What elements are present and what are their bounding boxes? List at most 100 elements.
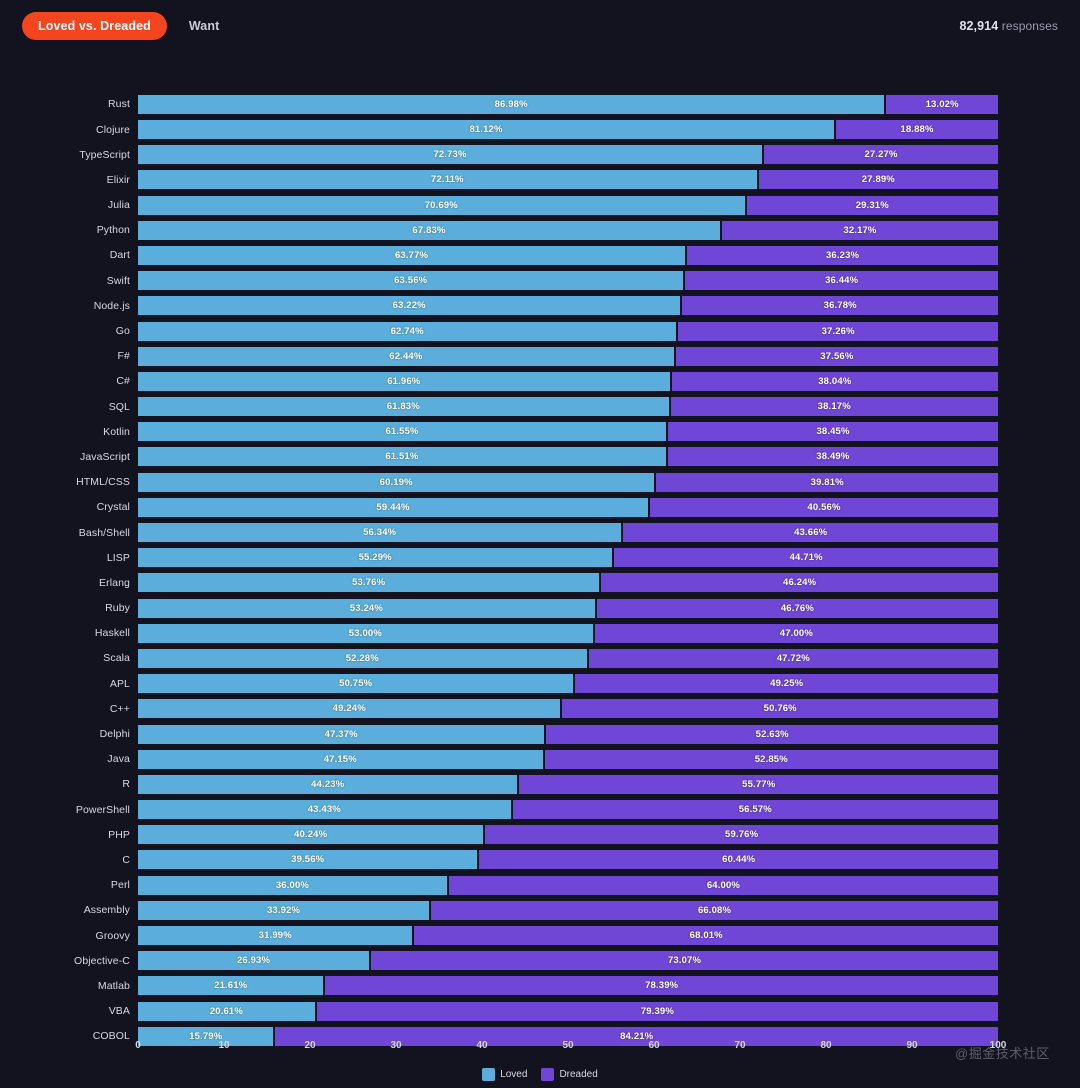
bar-segment-dreaded[interactable]: 43.66% [623, 523, 998, 543]
row-bars: 49.24% 50.76% [138, 699, 998, 719]
bar-segment-loved[interactable]: 49.24% [138, 699, 561, 719]
bar-segment-loved[interactable]: 63.56% [138, 271, 684, 291]
bar-segment-dreaded[interactable]: 49.25% [575, 674, 998, 694]
bar-segment-loved[interactable]: 56.34% [138, 523, 622, 543]
bar-segment-loved[interactable]: 63.22% [138, 296, 681, 316]
bar-segment-loved[interactable]: 43.43% [138, 800, 511, 820]
bar-segment-dreaded[interactable]: 37.56% [675, 346, 998, 366]
bar-segment-dreaded[interactable]: 50.76% [562, 699, 998, 719]
bar-segment-loved[interactable]: 55.29% [138, 548, 613, 568]
bar-segment-loved[interactable]: 47.37% [138, 724, 545, 744]
bar-segment-dreaded[interactable]: 36.44% [685, 271, 998, 291]
x-axis-tick: 50 [562, 1040, 574, 1051]
chart-row: Dart 63.77% 36.23% [0, 243, 1080, 268]
bar-segment-loved[interactable]: 21.61% [138, 976, 324, 996]
bar-segment-loved[interactable]: 61.51% [138, 447, 666, 467]
bar-segment-loved[interactable]: 60.19% [138, 472, 655, 492]
legend-item-loved[interactable]: Loved [482, 1068, 527, 1081]
bar-segment-dreaded[interactable]: 52.63% [546, 724, 998, 744]
chart-row: APL 50.75% 49.25% [0, 671, 1080, 696]
bar-segment-dreaded[interactable]: 39.81% [656, 472, 998, 492]
tab-loved-vs-dreaded[interactable]: Loved vs. Dreaded [22, 12, 167, 40]
chart-row: Java 47.15% 52.85% [0, 747, 1080, 772]
bar-segment-dreaded[interactable]: 64.00% [448, 875, 998, 895]
row-bars: 36.00% 64.00% [138, 875, 998, 895]
bar-segment-loved[interactable]: 26.93% [138, 951, 370, 971]
bar-segment-loved[interactable]: 53.76% [138, 573, 600, 593]
responses-count: 82,914 responses [959, 19, 1058, 33]
row-bars: 52.28% 47.72% [138, 648, 998, 668]
bar-segment-dreaded[interactable]: 32.17% [721, 220, 998, 240]
bar-segment-loved[interactable]: 67.83% [138, 220, 720, 240]
bar-segment-loved[interactable]: 40.24% [138, 825, 484, 845]
bar-segment-loved[interactable]: 53.00% [138, 623, 593, 643]
bar-segment-dreaded[interactable]: 55.77% [519, 774, 998, 794]
bar-segment-loved[interactable]: 44.23% [138, 774, 518, 794]
x-axis-tick: 80 [820, 1040, 832, 1051]
bar-segment-loved[interactable]: 72.11% [138, 170, 757, 190]
bar-segment-dreaded[interactable]: 36.23% [687, 245, 998, 265]
chart-row: Delphi 47.37% 52.63% [0, 722, 1080, 747]
x-axis-tick: 10 [218, 1040, 230, 1051]
page-header: Loved vs. Dreaded Want 82,914 responses [0, 0, 1080, 52]
row-bars: 26.93% 73.07% [138, 951, 998, 971]
bar-segment-loved[interactable]: 72.73% [138, 145, 763, 165]
bar-segment-loved[interactable]: 50.75% [138, 674, 574, 694]
bar-segment-loved[interactable]: 20.61% [138, 1001, 315, 1021]
bar-segment-loved[interactable]: 33.92% [138, 900, 430, 920]
bar-segment-dreaded[interactable]: 73.07% [371, 951, 998, 971]
bar-segment-dreaded[interactable]: 27.89% [758, 170, 998, 190]
bar-segment-loved[interactable]: 61.96% [138, 371, 670, 391]
bar-segment-loved[interactable]: 63.77% [138, 245, 686, 265]
row-label-powershell: PowerShell [75, 803, 130, 816]
row-label-matlab: Matlab [97, 979, 130, 992]
bar-segment-loved[interactable]: 62.44% [138, 346, 674, 366]
chart-row: HTML/CSS 60.19% 39.81% [0, 470, 1080, 495]
bar-segment-loved[interactable]: 39.56% [138, 850, 478, 870]
bar-segment-loved[interactable]: 47.15% [138, 749, 543, 769]
row-label-html-css: HTML/CSS [76, 476, 130, 489]
bar-segment-dreaded[interactable]: 18.88% [836, 120, 998, 140]
bar-segment-dreaded[interactable]: 47.00% [594, 623, 998, 643]
bar-segment-loved[interactable]: 53.24% [138, 598, 595, 618]
bar-segment-dreaded[interactable]: 38.17% [670, 397, 998, 417]
bar-segment-dreaded[interactable]: 36.78% [682, 296, 998, 316]
bar-segment-dreaded[interactable]: 13.02% [886, 94, 998, 114]
bar-segment-loved[interactable]: 31.99% [138, 926, 413, 946]
bar-segment-dreaded[interactable]: 52.85% [544, 749, 998, 769]
bar-segment-loved[interactable]: 81.12% [138, 120, 834, 140]
bar-segment-dreaded[interactable]: 59.76% [485, 825, 998, 845]
row-label-node-js: Node.js [93, 299, 130, 312]
bar-segment-loved[interactable]: 59.44% [138, 497, 648, 517]
bar-segment-dreaded[interactable]: 79.39% [316, 1001, 998, 1021]
bar-segment-dreaded[interactable]: 68.01% [414, 926, 998, 946]
chart-page: Loved vs. Dreaded Want 82,914 responses R… [0, 0, 1080, 1088]
tab-want[interactable]: Want [173, 12, 235, 40]
bar-segment-dreaded[interactable]: 40.56% [649, 497, 998, 517]
bar-segment-dreaded[interactable]: 38.04% [671, 371, 998, 391]
bar-segment-dreaded[interactable]: 66.08% [431, 900, 998, 920]
bar-segment-dreaded[interactable]: 46.24% [601, 573, 998, 593]
bar-segment-loved[interactable]: 70.69% [138, 195, 745, 215]
bar-segment-loved[interactable]: 52.28% [138, 648, 587, 668]
bar-segment-loved[interactable]: 62.74% [138, 321, 677, 341]
bar-segment-dreaded[interactable]: 38.49% [667, 447, 998, 467]
bar-segment-dreaded[interactable]: 60.44% [479, 850, 998, 870]
bar-segment-loved[interactable]: 86.98% [138, 94, 885, 114]
bar-segment-dreaded[interactable]: 46.76% [596, 598, 998, 618]
bar-segment-loved[interactable]: 61.83% [138, 397, 669, 417]
bar-segment-dreaded[interactable]: 78.39% [325, 976, 998, 996]
bar-segment-dreaded[interactable]: 27.27% [764, 145, 998, 165]
bar-segment-dreaded[interactable]: 47.72% [588, 648, 998, 668]
bar-segment-loved[interactable]: 36.00% [138, 875, 447, 895]
row-bars: 53.00% 47.00% [138, 623, 998, 643]
chart-row: Rust 86.98% 13.02% [0, 92, 1080, 117]
bar-segment-dreaded[interactable]: 44.71% [614, 548, 998, 568]
bar-segment-loved[interactable]: 61.55% [138, 422, 667, 442]
row-label-rust: Rust [108, 98, 130, 111]
bar-segment-dreaded[interactable]: 56.57% [512, 800, 998, 820]
legend-item-dreaded[interactable]: Dreaded [541, 1068, 598, 1081]
bar-segment-dreaded[interactable]: 38.45% [668, 422, 998, 442]
bar-segment-dreaded[interactable]: 37.26% [678, 321, 998, 341]
bar-segment-dreaded[interactable]: 29.31% [746, 195, 998, 215]
